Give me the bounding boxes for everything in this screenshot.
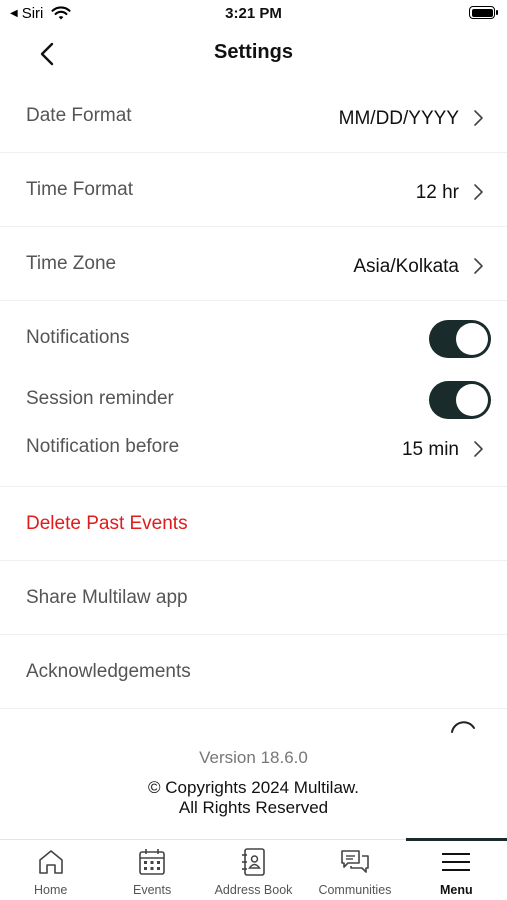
battery-icon: [469, 6, 498, 19]
toggle-knob: [456, 323, 488, 355]
menu-icon: [442, 853, 471, 871]
tab-communities[interactable]: Communities: [304, 840, 405, 900]
share-app-row[interactable]: Share Multilaw app: [0, 561, 507, 635]
tab-bar: Home Events Address Book Communities Men…: [0, 838, 507, 900]
chevron-right-icon: [474, 258, 483, 274]
tab-home[interactable]: Home: [0, 840, 101, 900]
time-zone-value: Asia/Kolkata: [353, 256, 459, 277]
notification-before-label: Notification before: [26, 436, 180, 457]
session-reminder-label: Session reminder: [26, 388, 174, 409]
chevron-right-icon: [474, 110, 483, 126]
tab-label: Communities: [318, 883, 392, 897]
notifications-group: Notifications Session reminder Notificat…: [0, 301, 507, 487]
toggle-knob: [456, 384, 488, 416]
tab-label: Menu: [440, 883, 473, 897]
notifications-label: Notifications: [26, 327, 130, 348]
tab-label: Address Book: [214, 883, 293, 897]
date-format-row[interactable]: Date Format MM/DD/YYYY: [0, 79, 507, 153]
app-footer: Version 18.6.0 © Copyrights 2024 Multila…: [0, 748, 507, 818]
tab-label: Events: [133, 883, 172, 897]
delete-past-events-row[interactable]: Delete Past Events: [0, 487, 507, 561]
date-format-value: MM/DD/YYYY: [338, 108, 459, 129]
date-format-label: Date Format: [26, 105, 132, 126]
notifications-toggle[interactable]: [429, 320, 491, 358]
copyright-line-1: © Copyrights 2024 Multilaw.: [148, 778, 359, 797]
share-app-label: Share Multilaw app: [26, 587, 188, 608]
page-title: Settings: [214, 41, 293, 63]
app-version: Version 18.6.0: [199, 748, 308, 767]
calendar-icon: [139, 849, 165, 875]
chevron-right-icon: [474, 184, 483, 200]
acknowledgements-row[interactable]: Acknowledgements: [0, 635, 507, 709]
loading-spinner-icon: [451, 721, 475, 733]
tab-address-book[interactable]: Address Book: [203, 840, 304, 900]
notification-before-value: 15 min: [401, 439, 459, 460]
address-book-icon: [241, 848, 265, 876]
nav-bar: Settings: [0, 30, 507, 78]
chat-icon: [341, 850, 369, 873]
tab-events[interactable]: Events: [101, 840, 202, 900]
delete-past-events-label: Delete Past Events: [26, 513, 188, 534]
time-format-label: Time Format: [26, 179, 133, 200]
tab-menu[interactable]: Menu: [405, 838, 507, 900]
time-zone-row[interactable]: Time Zone Asia/Kolkata: [0, 227, 507, 301]
tab-label: Home: [34, 883, 68, 897]
time-zone-label: Time Zone: [26, 253, 117, 274]
home-icon: [38, 850, 63, 874]
clock: 3:21 PM: [225, 5, 282, 22]
time-format-value: 12 hr: [415, 182, 459, 203]
time-format-row[interactable]: Time Format 12 hr: [0, 153, 507, 227]
status-bar: ◀ Siri 3:21 PM: [0, 0, 507, 30]
settings-list: Date Format MM/DD/YYYY Time Format 12 hr…: [0, 79, 507, 709]
acknowledgements-label: Acknowledgements: [26, 661, 191, 682]
chevron-right-icon: [474, 441, 483, 457]
session-reminder-toggle[interactable]: [429, 381, 491, 419]
copyright-line-2: All Rights Reserved: [178, 798, 329, 817]
